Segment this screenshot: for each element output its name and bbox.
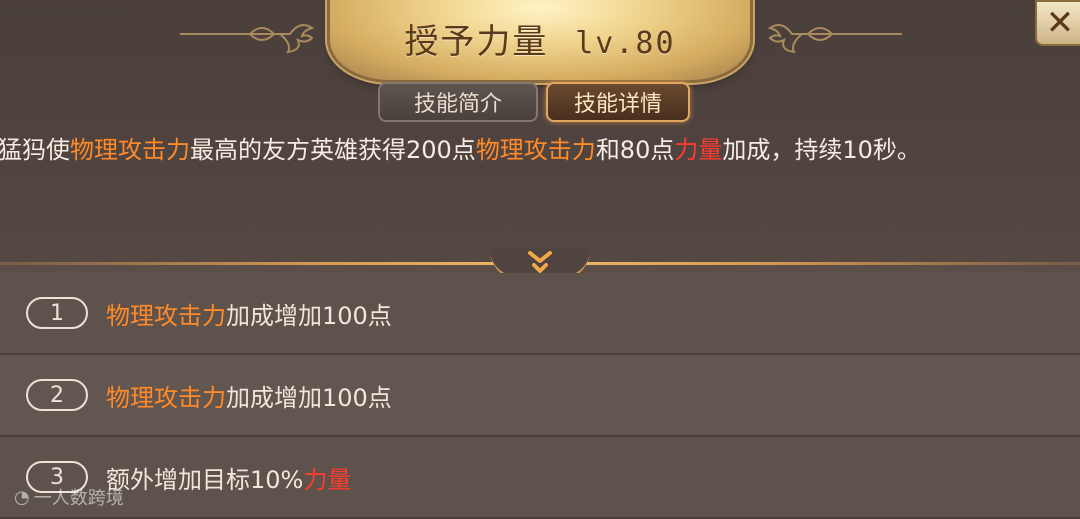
watermark-logo-icon: ◔ xyxy=(14,486,30,508)
upgrade-number: 1 xyxy=(26,297,88,329)
desc-text: 最高的友方英雄获得200点 xyxy=(190,136,476,164)
ornament-icon xyxy=(767,24,902,54)
upgrade-keyword: 物理攻击力 xyxy=(106,383,226,412)
upgrade-text: 物理攻击力加成增加100点 xyxy=(106,378,392,413)
upgrade-keyword-after: 力量 xyxy=(303,465,352,494)
desc-keyword: 力量 xyxy=(674,136,723,164)
upgrade-row: 2 物理攻击力加成增加100点 xyxy=(0,355,1080,437)
skill-level: lv.80 xyxy=(575,26,676,61)
watermark: ◔ 一人数跨境 xyxy=(14,484,124,510)
upgrade-desc: 加成增加100点 xyxy=(226,301,392,330)
ornament-icon xyxy=(180,24,315,54)
upgrade-text: 额外增加目标10%力量 xyxy=(106,460,351,495)
close-icon: ✕ xyxy=(1045,3,1075,43)
tab-label: 技能详情 xyxy=(573,92,662,117)
title-ornament-right xyxy=(752,14,902,54)
skill-name: 授予力量 xyxy=(404,22,549,62)
desc-keyword: 物理攻击力 xyxy=(70,136,190,164)
upgrade-text: 物理攻击力加成增加100点 xyxy=(106,296,392,331)
watermark-text: 一人数跨境 xyxy=(33,488,124,509)
tab-skill-details[interactable]: 技能详情 xyxy=(546,82,690,122)
desc-keyword: 物理攻击力 xyxy=(475,136,596,164)
upgrade-desc: 加成增加100点 xyxy=(226,383,392,412)
skill-title: 授予力量 lv.80 xyxy=(330,14,750,63)
skill-description: 猛犸使物理攻击力最高的友方英雄获得200点物理攻击力和80点力量加成，持续10秒… xyxy=(0,130,1080,170)
upgrade-keyword: 物理攻击力 xyxy=(106,301,226,330)
tab-skill-intro[interactable]: 技能简介 xyxy=(378,82,538,122)
upgrade-number: 2 xyxy=(26,379,88,411)
desc-text: 加成，持续10秒。 xyxy=(722,136,921,164)
skill-tabs: 技能简介 技能详情 xyxy=(378,82,690,124)
upgrade-row: 1 物理攻击力加成增加100点 xyxy=(0,273,1080,355)
title-plate: 授予力量 lv.80 xyxy=(330,0,750,80)
desc-text: 猛犸使 xyxy=(0,136,70,164)
upgrade-desc: 额外增加目标10% xyxy=(106,465,304,494)
upgrade-row: 3 额外增加目标10%力量 xyxy=(0,437,1080,519)
title-ornament-left xyxy=(180,14,330,54)
close-button[interactable]: ✕ xyxy=(1035,0,1080,46)
upgrade-list: 1 物理攻击力加成增加100点 2 物理攻击力加成增加100点 3 额外增加目标… xyxy=(0,273,1080,519)
desc-text: 和80点 xyxy=(595,136,675,164)
tab-label: 技能简介 xyxy=(413,92,502,117)
